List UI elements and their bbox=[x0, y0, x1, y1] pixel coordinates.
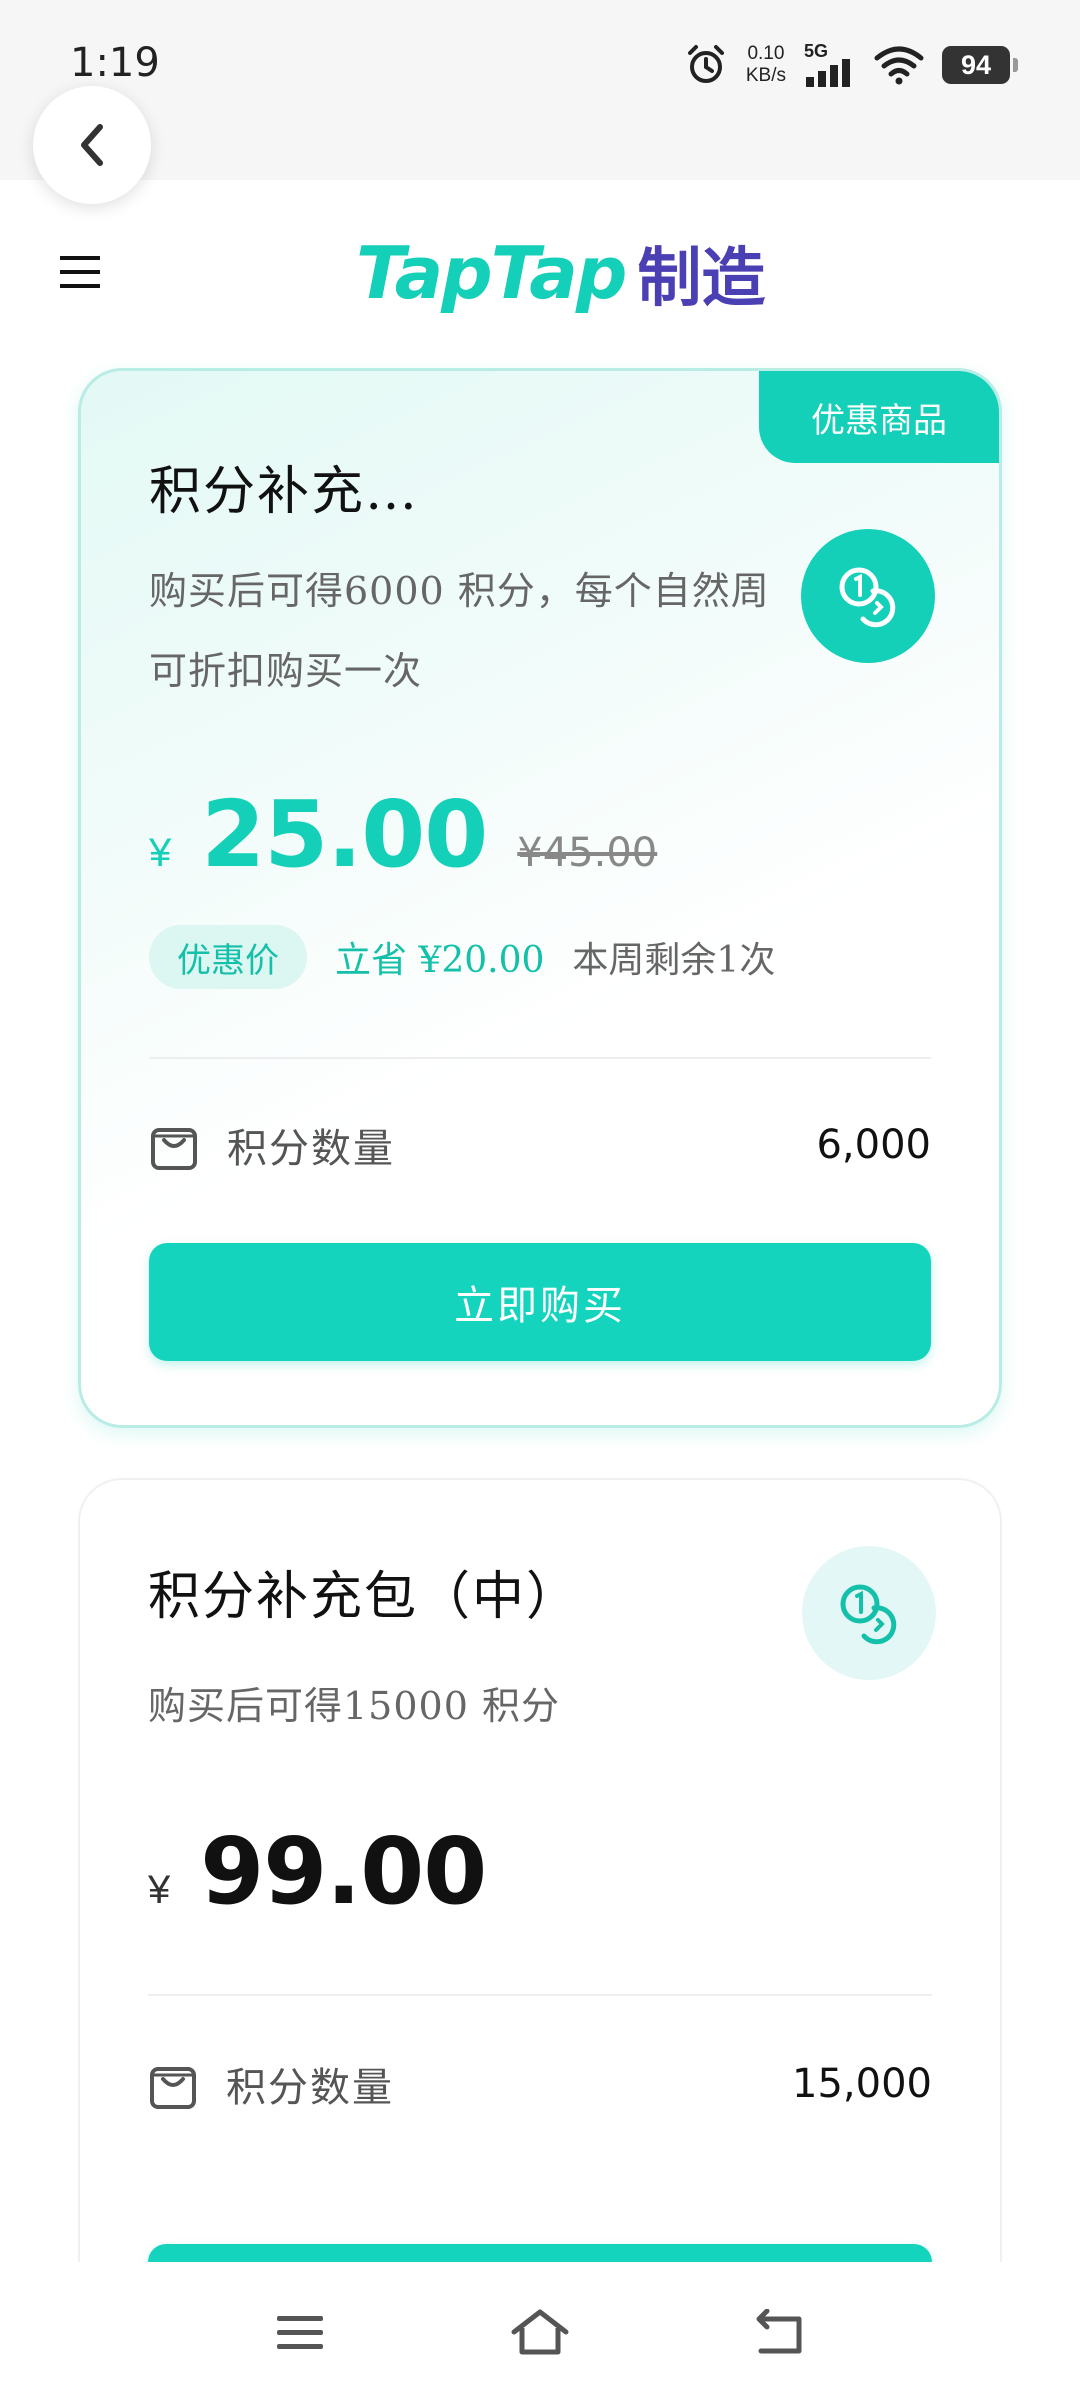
menu-lines-icon bbox=[277, 2316, 323, 2349]
coins-icon bbox=[801, 529, 935, 663]
back-nav-button[interactable] bbox=[750, 2304, 810, 2360]
status-icons: 0.10 KB/s 5G 94 bbox=[684, 40, 1020, 90]
app-header: TapTap 制造 bbox=[0, 180, 1080, 370]
battery-indicator: 94 bbox=[942, 46, 1018, 84]
home-icon bbox=[511, 2309, 569, 2355]
quantity-row: 积分数量 6,000 bbox=[149, 1115, 931, 1175]
product-price: 99.00 bbox=[200, 1818, 487, 1925]
discount-row: 优惠价 立省 ¥20.00 本周剩余1次 bbox=[149, 925, 775, 989]
discount-badge: 优惠价 bbox=[149, 925, 307, 989]
recent-apps-button[interactable] bbox=[270, 2304, 330, 2360]
signal-icon: 5G bbox=[804, 41, 856, 87]
home-button[interactable] bbox=[510, 2304, 570, 2360]
alarm-icon bbox=[687, 45, 724, 83]
system-nav-bar bbox=[0, 2262, 1080, 2400]
quantity-label: 积分数量 bbox=[226, 2065, 394, 2111]
original-price: ¥45.00 bbox=[517, 830, 658, 876]
product-card-small: 优惠商品 积分补充… 购买后可得6000 积分，每个自然周可折扣购买一次 ¥ 2… bbox=[78, 368, 1002, 1428]
net-speed-unit: KB/s bbox=[745, 65, 786, 86]
product-description: 购买后可得6000 积分，每个自然周可折扣购买一次 bbox=[149, 569, 770, 693]
quantity-value: 6,000 bbox=[816, 1122, 931, 1168]
quantity-row: 积分数量 15,000 bbox=[148, 2054, 932, 2114]
back-button[interactable] bbox=[33, 86, 151, 204]
taptap-logo: TapTap 制造 bbox=[356, 228, 765, 318]
product-card-medium: 积分补充包（中） 购买后可得15000 积分 ¥ 99.00 积分数量 15,0… bbox=[78, 1478, 1002, 2378]
wifi-icon bbox=[874, 46, 924, 85]
promo-tag: 优惠商品 bbox=[759, 371, 999, 463]
menu-icon[interactable] bbox=[58, 252, 102, 292]
logo-en: TapTap bbox=[356, 231, 627, 315]
shopping-bag-icon bbox=[151, 1128, 197, 1170]
divider bbox=[149, 1057, 931, 1059]
product-title: 积分补充包（中） bbox=[148, 1567, 581, 1627]
net-speed-value: 0.10 bbox=[747, 43, 785, 64]
logo-cn: 制造 bbox=[637, 242, 766, 316]
coins-icon bbox=[802, 1546, 936, 1680]
divider bbox=[148, 1994, 932, 1996]
currency-symbol: ¥ bbox=[149, 831, 172, 875]
product-description: 购买后可得15000 积分 bbox=[148, 1684, 560, 1728]
quantity-value: 15,000 bbox=[792, 2061, 932, 2107]
price-row: ¥ 99.00 bbox=[148, 1818, 487, 1925]
product-price: 25.00 bbox=[201, 781, 488, 888]
net-speed: 0.10 KB/s bbox=[746, 43, 786, 87]
status-time: 1:19 bbox=[70, 40, 160, 86]
price-row: ¥ 25.00 ¥45.00 bbox=[149, 781, 657, 888]
quantity-label: 积分数量 bbox=[227, 1126, 395, 1172]
currency-symbol: ¥ bbox=[148, 1868, 171, 1912]
savings-text: 立省 ¥20.00 bbox=[335, 940, 545, 981]
back-arrow-icon bbox=[756, 2309, 802, 2354]
product-title: 积分补充… bbox=[149, 462, 420, 522]
status-bar: 1:19 0.10 KB/s 5G 94 bbox=[0, 0, 1080, 180]
remaining-text: 本周剩余1次 bbox=[572, 940, 776, 981]
buy-now-button[interactable]: 立即购买 bbox=[149, 1243, 931, 1361]
chevron-left-icon bbox=[81, 124, 103, 166]
shopping-bag-icon bbox=[150, 2067, 196, 2109]
